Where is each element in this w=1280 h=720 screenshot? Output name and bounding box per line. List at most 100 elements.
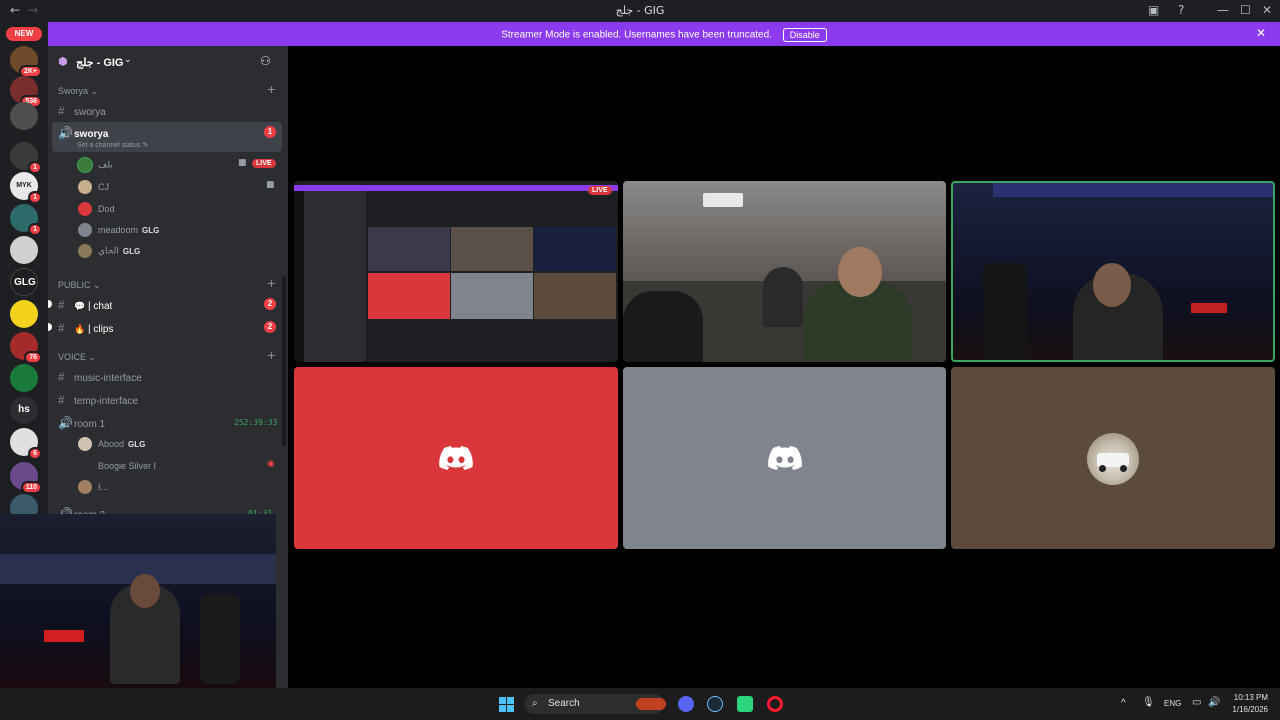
avatar: [78, 158, 92, 172]
help-icon[interactable]: ?: [1178, 3, 1184, 17]
channel-music-interface[interactable]: # music-interface: [58, 370, 142, 384]
minimize-icon[interactable]: —: [1217, 3, 1229, 17]
avatar-tile[interactable]: [294, 367, 618, 549]
clock-date[interactable]: 1/16/2026: [1226, 705, 1268, 714]
guild-header[interactable]: ⬢ جلج - GIG ⌄ ⚇: [48, 46, 288, 80]
avatar: [78, 480, 92, 494]
avatar: [78, 244, 92, 258]
chat-app-icon[interactable]: [737, 696, 753, 712]
language-indicator[interactable]: ENG: [1164, 699, 1181, 708]
category-voice[interactable]: VOICE ⌄: [58, 352, 96, 363]
unread-indicator: [48, 323, 52, 331]
live-badge: LIVE: [588, 186, 612, 195]
maximize-icon[interactable]: ☐: [1240, 3, 1251, 17]
close-window-icon[interactable]: ✕: [1262, 3, 1272, 17]
pencil-icon: ✎: [142, 142, 149, 149]
webcam-tile-speaking[interactable]: [951, 181, 1275, 362]
avatar-tile[interactable]: [951, 367, 1275, 549]
channel-sworya[interactable]: # sworya: [58, 104, 106, 118]
new-badge[interactable]: NEW: [6, 27, 42, 41]
voice-user[interactable]: CJ: [78, 180, 109, 194]
voice-user[interactable]: meadoom GLG: [78, 223, 159, 237]
voice-channel-sworya[interactable]: 🔊sworya: [58, 126, 108, 140]
voice-channel-room-1[interactable]: 🔊room 1: [58, 416, 105, 430]
glg-tag: GLG: [122, 246, 141, 256]
category-sworya[interactable]: Sworya ⌄: [58, 86, 98, 97]
title-bar: ← → جلج - GIG ▣ ? — ☐ ✕: [0, 0, 1280, 22]
channel-chat[interactable]: # 💬 | chat: [58, 298, 112, 312]
camera-icon: ■: [266, 180, 275, 190]
server-icon[interactable]: 1: [10, 142, 42, 174]
steam-app-icon[interactable]: [707, 696, 723, 712]
server-icon[interactable]: [10, 236, 38, 264]
clock-time[interactable]: 10:13 PM: [1232, 693, 1268, 702]
server-icon[interactable]: 76: [10, 332, 42, 364]
glg-tag: GLG: [142, 225, 160, 235]
guild-name: جلج - GIG: [76, 57, 124, 69]
avatar: [78, 459, 92, 473]
disable-streamer-mode-button[interactable]: Disable: [782, 28, 827, 42]
unread-indicator: [48, 300, 52, 308]
avatar: [78, 437, 92, 451]
server-icon[interactable]: 6: [10, 428, 42, 460]
speaker-icon: 🔊: [58, 126, 73, 140]
camera-icon: ■: [238, 158, 247, 168]
server-icon[interactable]: 110: [10, 462, 42, 494]
hash-icon: #: [58, 104, 65, 118]
discord-logo-icon: [767, 446, 802, 470]
channel-clips[interactable]: # 🔥 | clips: [58, 321, 113, 335]
glg-tag: GLG: [128, 439, 146, 449]
volume-icon[interactable]: 🔊: [1208, 697, 1220, 708]
screen-share-tile[interactable]: LIVE: [294, 181, 618, 362]
voice-user[interactable]: Boogie Silver I: [78, 459, 156, 473]
search-highlight-icon: [636, 698, 666, 710]
streamer-mode-banner: Streamer Mode is enabled. Usernames have…: [48, 22, 1280, 46]
windows-start-icon[interactable]: [499, 697, 514, 712]
search-icon: ⌕: [532, 698, 538, 709]
voice-user[interactable]: بلف: [78, 158, 113, 172]
webcam-overlay: [0, 514, 276, 692]
channel-temp-interface[interactable]: # temp-interface: [58, 393, 138, 407]
voice-user[interactable]: I...: [78, 480, 108, 494]
voice-user[interactable]: Abood GLG: [78, 437, 145, 451]
add-channel-icon[interactable]: +: [267, 349, 276, 362]
streamer-mode-message: Streamer Mode is enabled. Usernames have…: [501, 29, 772, 41]
server-icon[interactable]: [10, 300, 38, 328]
discord-app-icon[interactable]: [678, 696, 694, 712]
server-icon[interactable]: [10, 102, 38, 130]
avatar: [78, 180, 92, 194]
server-icon[interactable]: 536: [10, 76, 42, 108]
channel-status[interactable]: Set a channel status ✎: [77, 141, 148, 149]
monitor-icon[interactable]: ▭: [1192, 697, 1201, 708]
webcam-tile[interactable]: [623, 181, 946, 362]
add-channel-icon[interactable]: +: [267, 83, 276, 96]
inbox-icon[interactable]: ▣: [1148, 3, 1159, 17]
speech-bubble-icon: 💬: [74, 301, 86, 311]
chevron-up-icon[interactable]: ^: [1121, 698, 1126, 709]
voice-user[interactable]: Dod: [78, 202, 115, 216]
add-member-icon[interactable]: ⚇: [260, 54, 271, 68]
hash-icon: #: [58, 393, 65, 407]
category-public[interactable]: PUBLIC ⌄: [58, 280, 101, 291]
opera-app-icon[interactable]: [767, 696, 783, 712]
microphone-icon[interactable]: 🎙: [1142, 697, 1155, 708]
server-icon-glg[interactable]: GLG: [10, 268, 38, 296]
car-avatar: [1087, 433, 1139, 485]
avatar: [78, 223, 92, 237]
window-title: جلج - GIG: [615, 4, 665, 17]
fire-icon: 🔥: [74, 324, 86, 334]
speaker-icon: 🔊: [58, 416, 73, 430]
hash-icon: #: [58, 298, 65, 312]
server-icon-hs[interactable]: hs: [10, 396, 38, 424]
avatar-tile[interactable]: [623, 367, 946, 549]
live-badge: LIVE: [252, 159, 276, 168]
add-channel-icon[interactable]: +: [267, 277, 276, 290]
guild-icon: ⬢: [58, 55, 68, 68]
server-icon[interactable]: 2K+: [10, 46, 42, 78]
server-icon[interactable]: [10, 364, 38, 392]
server-icon[interactable]: 1: [10, 204, 42, 236]
sidebar-scrollbar[interactable]: [282, 276, 286, 446]
voice-user[interactable]: الحاي GLG: [78, 244, 140, 258]
close-banner-icon[interactable]: ✕: [1256, 26, 1266, 40]
server-icon[interactable]: MYK 1: [10, 172, 42, 204]
